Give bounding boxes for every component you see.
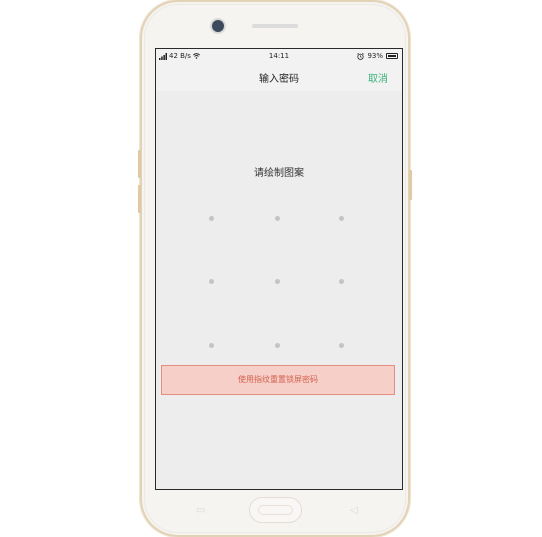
battery-icon bbox=[386, 53, 398, 59]
fingerprint-reset-button[interactable]: 使用指纹重置锁屏密码 bbox=[161, 365, 395, 395]
pattern-dot[interactable] bbox=[209, 216, 214, 221]
back-icon: ◁ bbox=[350, 505, 358, 516]
front-camera-icon bbox=[212, 20, 224, 32]
pattern-dot[interactable] bbox=[339, 343, 344, 348]
volume-button bbox=[138, 150, 141, 178]
pattern-dot[interactable] bbox=[275, 279, 280, 284]
stage: 42 B/s 14:11 93% 输入密码 取消 请绘制图案 使用指纹重置锁屏密… bbox=[0, 0, 542, 537]
pattern-dot[interactable] bbox=[275, 343, 280, 348]
header-bar: 输入密码 取消 bbox=[156, 63, 402, 91]
pattern-dot[interactable] bbox=[209, 343, 214, 348]
status-right: 93% bbox=[357, 52, 398, 60]
earpiece-speaker bbox=[252, 24, 298, 28]
cancel-button[interactable]: 取消 bbox=[368, 70, 388, 85]
status-bar: 42 B/s 14:11 93% bbox=[156, 49, 402, 63]
recent-apps-icon: ▭ bbox=[196, 505, 206, 516]
alarm-icon bbox=[357, 52, 365, 60]
battery-percent: 93% bbox=[367, 52, 383, 60]
pattern-dot[interactable] bbox=[209, 279, 214, 284]
pattern-dot[interactable] bbox=[339, 279, 344, 284]
power-button bbox=[409, 170, 412, 200]
home-button bbox=[249, 497, 302, 523]
draw-pattern-prompt: 请绘制图案 bbox=[254, 168, 304, 179]
pattern-dot[interactable] bbox=[339, 216, 344, 221]
pattern-dot[interactable] bbox=[275, 216, 280, 221]
phone-screen: 42 B/s 14:11 93% 输入密码 取消 请绘制图案 使用指纹重置锁屏密… bbox=[155, 48, 403, 490]
page-title: 输入密码 bbox=[259, 74, 299, 85]
volume-button bbox=[138, 185, 141, 213]
